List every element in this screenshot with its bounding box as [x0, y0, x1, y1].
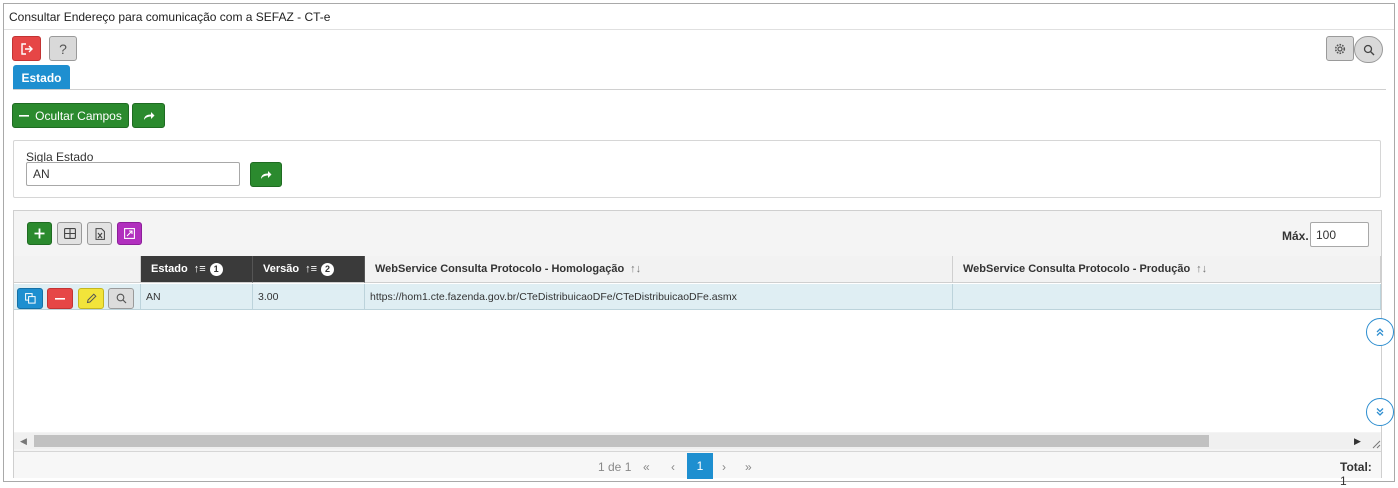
sort-order-badge: 2 [321, 262, 335, 276]
column-header-label: Versão [263, 263, 300, 275]
search-button[interactable] [1354, 36, 1383, 63]
exit-button[interactable] [12, 36, 41, 61]
pagination-bar: 1 de 1 « ‹ 1 › » Total: 1 [14, 451, 1381, 488]
double-chevron-up-icon [1376, 328, 1384, 336]
max-records-input[interactable] [1310, 222, 1369, 247]
tab-estado[interactable]: Estado [13, 65, 70, 90]
grid-columns-icon [63, 228, 76, 239]
pencil-icon [86, 293, 97, 304]
horizontal-scrollbar[interactable]: ◀ ▶ [14, 433, 1380, 449]
last-page-button[interactable]: » [745, 460, 752, 474]
next-page-button[interactable]: › [722, 460, 726, 474]
page-info: 1 de 1 [598, 460, 632, 474]
total-value: 1 [1340, 474, 1347, 488]
sort-ascending-icon: ↑≡ [305, 263, 318, 275]
exit-icon [20, 42, 33, 55]
current-page-button[interactable]: 1 [687, 453, 713, 479]
sort-icon: ↑↓ [630, 263, 642, 275]
scrollbar-thumb[interactable] [34, 435, 1209, 447]
prev-page-button[interactable]: ‹ [671, 460, 675, 474]
sort-order-badge: 1 [209, 262, 223, 276]
first-page-button[interactable]: « [643, 460, 650, 474]
cell-versao[interactable]: 3.00 [253, 284, 365, 310]
scroll-right-arrow-icon[interactable]: ▶ [1354, 436, 1361, 447]
column-header-label: Estado [151, 263, 188, 275]
column-header-label: WebService Consulta Protocolo - Homologa… [375, 263, 625, 275]
total-count: Total: 1 [1340, 460, 1381, 488]
hide-fields-label: Ocultar Campos [35, 108, 122, 123]
scroll-left-arrow-icon[interactable]: ◀ [20, 436, 27, 447]
delete-row-button[interactable] [47, 288, 73, 309]
add-button[interactable] [27, 222, 52, 245]
actions-column-header [14, 256, 141, 283]
help-button[interactable]: ? [49, 36, 77, 61]
column-header-versao[interactable]: Versão ↑≡ 2 [253, 256, 365, 283]
go-button[interactable] [132, 103, 165, 128]
minus-icon [55, 297, 65, 300]
expand-icon [124, 228, 135, 239]
gear-icon [1334, 43, 1346, 54]
search-icon [116, 293, 126, 304]
double-chevron-down-icon [1376, 408, 1384, 416]
share-arrow-icon [143, 111, 154, 120]
hide-fields-button[interactable]: Ocultar Campos [12, 103, 129, 128]
tab-divider [13, 89, 1386, 90]
sort-ascending-icon: ↑≡ [193, 263, 206, 275]
columns-button[interactable] [57, 222, 82, 245]
column-header-producao[interactable]: WebService Consulta Protocolo - Produção… [953, 256, 1381, 283]
max-label: Máx. [1282, 229, 1309, 243]
data-table: Estado ↑≡ 1 Versão ↑≡ 2 WebService Consu… [14, 256, 1381, 432]
column-header-homologacao[interactable]: WebService Consulta Protocolo - Homologa… [365, 256, 953, 283]
resize-grip-icon[interactable] [1372, 440, 1381, 449]
share-arrow-icon [261, 170, 272, 179]
cell-homologacao[interactable]: https://hom1.cte.fazenda.gov.br/CTeDistr… [365, 284, 953, 310]
plus-icon [34, 228, 45, 239]
edit-row-button[interactable] [78, 288, 104, 309]
scroll-top-button[interactable] [1366, 318, 1394, 346]
settings-button[interactable] [1326, 36, 1354, 61]
minus-icon [19, 114, 30, 117]
scroll-bottom-button[interactable] [1366, 398, 1394, 426]
column-header-estado[interactable]: Estado ↑≡ 1 [141, 256, 253, 283]
excel-file-icon [95, 227, 105, 240]
view-row-button[interactable] [108, 288, 134, 309]
export-excel-button[interactable] [87, 222, 112, 245]
cell-producao[interactable] [953, 284, 1381, 310]
window-title: Consultar Endereço para comunicação com … [4, 4, 1394, 30]
sigla-estado-input[interactable] [26, 162, 240, 186]
sort-icon: ↑↓ [1196, 263, 1208, 275]
total-label: Total: [1340, 460, 1372, 474]
expand-button[interactable] [117, 222, 142, 245]
copy-icon [24, 293, 36, 304]
column-header-label: WebService Consulta Protocolo - Produção [963, 263, 1191, 275]
search-icon [1363, 44, 1374, 55]
cell-estado[interactable]: AN [141, 284, 253, 310]
copy-row-button[interactable] [17, 288, 43, 309]
apply-filter-button[interactable] [250, 162, 282, 187]
